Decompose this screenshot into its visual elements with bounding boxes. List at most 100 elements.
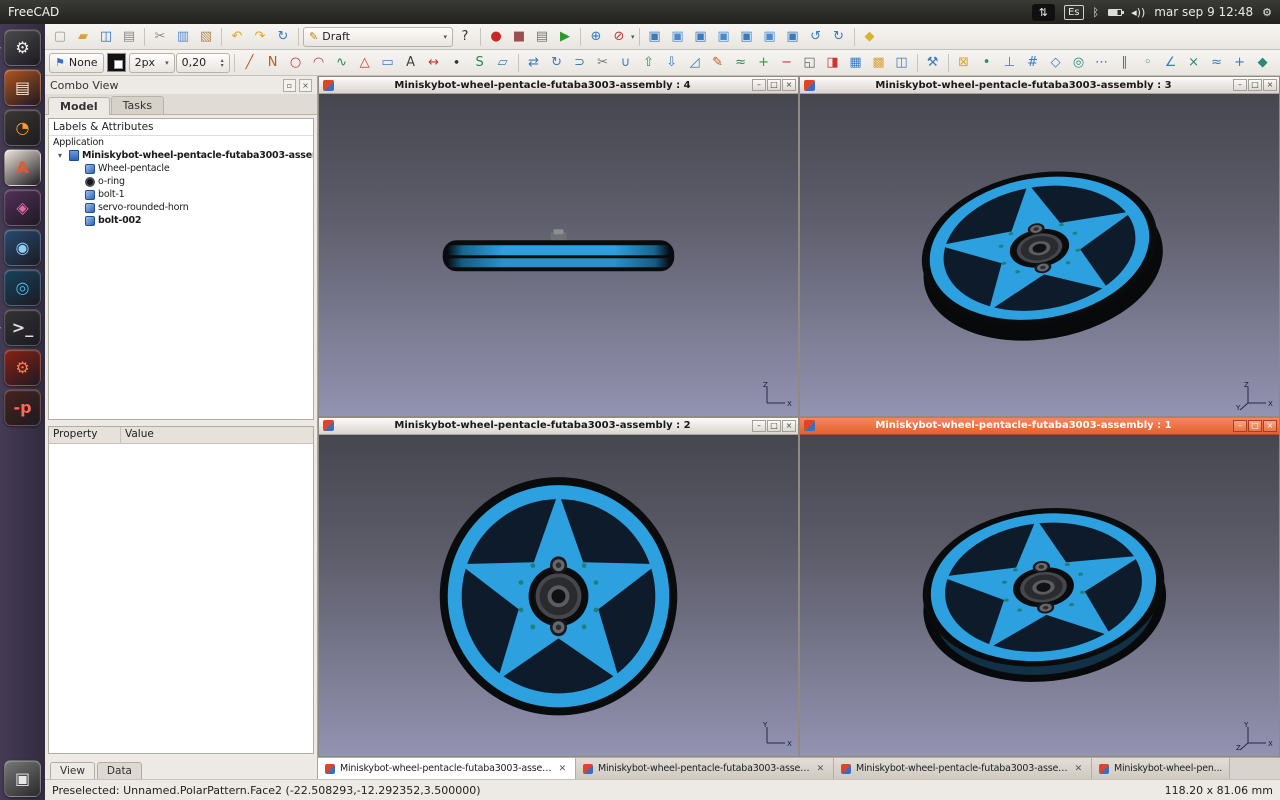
whats-this-button[interactable]: ? xyxy=(454,26,476,48)
undo-button[interactable]: ↶ xyxy=(226,26,248,48)
launcher-item-freecad[interactable]: ⚙▸ xyxy=(4,29,41,66)
macro-record-button[interactable]: ● xyxy=(485,26,507,48)
launcher-item-software-center[interactable]: A xyxy=(4,149,41,186)
keyboard-layout-indicator[interactable]: Es xyxy=(1064,5,1084,20)
session-gear-icon[interactable]: ⚙ xyxy=(1262,6,1272,19)
draw-style-button[interactable]: ⊘ xyxy=(608,26,630,48)
close-button[interactable]: × xyxy=(782,420,796,432)
draft-dimension-button[interactable]: ↔ xyxy=(423,52,445,74)
snap-near-button[interactable]: ≈ xyxy=(1206,52,1228,74)
autogroup-selector[interactable]: ⚑None xyxy=(49,53,104,73)
tree-item-bolt-1[interactable]: bolt-1 xyxy=(49,188,313,201)
copy-button[interactable]: ▥ xyxy=(172,26,194,48)
rotate-left-button[interactable]: ↺ xyxy=(805,26,827,48)
close-button[interactable]: × xyxy=(782,79,796,91)
minimize-button[interactable]: – xyxy=(752,420,766,432)
view-axonometric-button[interactable]: ▣ xyxy=(644,26,666,48)
draft-rectangle-button[interactable]: ▭ xyxy=(377,52,399,74)
open-document-button[interactable]: ▰ xyxy=(72,26,94,48)
draft-text-button[interactable]: A xyxy=(400,52,422,74)
tab-data[interactable]: Data xyxy=(97,762,142,779)
cut-button[interactable]: ✂ xyxy=(149,26,171,48)
maximize-button[interactable]: □ xyxy=(1248,420,1262,432)
snap-angle-button[interactable]: ∠ xyxy=(1160,52,1182,74)
draft-array-button[interactable]: ▦ xyxy=(845,52,867,74)
draft-upgrade-button[interactable]: ⇧ xyxy=(638,52,660,74)
tree-item-application[interactable]: Application xyxy=(49,136,313,149)
view-tab[interactable]: Miniskybot-wheel-pen... xyxy=(1092,758,1230,779)
snap-endpoint-button[interactable]: ◦ xyxy=(1137,52,1159,74)
draft-add-point-button[interactable]: + xyxy=(753,52,775,74)
launcher-item-firefox[interactable]: ◔ xyxy=(4,109,41,146)
toggle-construction-mode-button[interactable]: ⚒ xyxy=(922,52,944,74)
fit-all-button[interactable]: ⊕ xyxy=(585,26,607,48)
draft-trimex-button[interactable]: ✂ xyxy=(592,52,614,74)
snap-extension-button[interactable]: ⋯ xyxy=(1091,52,1113,74)
snap-lock-button[interactable]: ⊠ xyxy=(953,52,975,74)
launcher-item-purple-app[interactable]: ◈ xyxy=(4,189,41,226)
line-width-selector[interactable]: 2px▾ xyxy=(129,53,175,73)
dropdown-arrow-icon[interactable]: ▾ xyxy=(631,33,635,41)
snap-ortho-button[interactable]: + xyxy=(1229,52,1251,74)
tree-item-bolt-002[interactable]: bolt-002 xyxy=(49,214,313,227)
launcher-item-trash[interactable]: ▣ xyxy=(4,760,41,797)
window-titlebar[interactable]: Miniskybot-wheel-pentacle-futaba3003-ass… xyxy=(319,77,798,94)
maximize-button[interactable]: □ xyxy=(767,79,781,91)
macro-execute-button[interactable]: ▶ xyxy=(554,26,576,48)
view-tab[interactable]: Miniskybot-wheel-pentacle-futaba3003-ass… xyxy=(576,758,834,779)
draft-wire-to-bspline-button[interactable]: ≈ xyxy=(730,52,752,74)
draft-point-button[interactable]: ∙ xyxy=(446,52,468,74)
minimize-button[interactable]: – xyxy=(1233,420,1247,432)
spin-down-icon[interactable]: ▾ xyxy=(221,63,224,68)
volume-icon[interactable]: ◂)) xyxy=(1131,6,1145,19)
draft-line-button[interactable]: ╱ xyxy=(239,52,261,74)
view-right-button[interactable]: ▣ xyxy=(713,26,735,48)
line-color-swatch[interactable] xyxy=(107,53,126,72)
launcher-item-blue-app[interactable]: ◉ xyxy=(4,229,41,266)
save-document-button[interactable]: ◫ xyxy=(95,26,117,48)
rotate-right-button[interactable]: ↻ xyxy=(828,26,850,48)
close-tab-icon[interactable]: ✕ xyxy=(557,764,568,774)
3d-viewport-2[interactable]: YX xyxy=(319,435,798,757)
network-icon[interactable]: ⇅ xyxy=(1032,4,1055,21)
tree-item-o-ring[interactable]: o-ring xyxy=(49,175,313,188)
redo-button[interactable]: ↷ xyxy=(249,26,271,48)
snap-parallel-button[interactable]: ∥ xyxy=(1114,52,1136,74)
macros-dialog-button[interactable]: ▤ xyxy=(531,26,553,48)
minimize-button[interactable]: – xyxy=(752,79,766,91)
draft-del-point-button[interactable]: − xyxy=(776,52,798,74)
draft-polygon-button[interactable]: △ xyxy=(354,52,376,74)
window-titlebar[interactable]: Miniskybot-wheel-pentacle-futaba3003-ass… xyxy=(800,418,1279,435)
draft-facebinder-button[interactable]: ▱ xyxy=(492,52,514,74)
macro-stop-button[interactable]: ■ xyxy=(508,26,530,48)
3d-viewport-4[interactable]: ZX xyxy=(319,94,798,416)
snap-dimensions-button[interactable]: ↔ xyxy=(1275,52,1280,74)
snap-midpoint-button[interactable]: • xyxy=(976,52,998,74)
draft-scale-button[interactable]: ◿ xyxy=(684,52,706,74)
draft-downgrade-button[interactable]: ⇩ xyxy=(661,52,683,74)
close-tab-icon[interactable]: ✕ xyxy=(815,764,826,774)
window-titlebar[interactable]: Miniskybot-wheel-pentacle-futaba3003-ass… xyxy=(319,418,798,435)
maximize-button[interactable]: □ xyxy=(767,420,781,432)
view-left-button[interactable]: ▣ xyxy=(782,26,804,48)
print-button[interactable]: ▤ xyxy=(118,26,140,48)
view-top-button[interactable]: ▣ xyxy=(690,26,712,48)
draft-join-button[interactable]: ∪ xyxy=(615,52,637,74)
draft-draft2sketch-button[interactable]: ◨ xyxy=(822,52,844,74)
bluetooth-icon[interactable]: ᛒ xyxy=(1093,6,1100,19)
close-button[interactable]: × xyxy=(1263,79,1277,91)
draft-arc-button[interactable]: ◠ xyxy=(308,52,330,74)
draft-mirror-button[interactable]: ◫ xyxy=(891,52,913,74)
snap-special-button[interactable]: ◆ xyxy=(1252,52,1274,74)
draft-tray-button[interactable]: ◆ xyxy=(859,26,881,48)
draft-bspline-button[interactable]: ∿ xyxy=(331,52,353,74)
draft-rotate-button[interactable]: ↻ xyxy=(546,52,568,74)
3d-viewport-1[interactable]: YXZ xyxy=(800,435,1279,757)
view-tab[interactable]: Miniskybot-wheel-pentacle-futaba3003-ass… xyxy=(318,758,576,779)
close-button[interactable]: × xyxy=(1263,420,1277,432)
snap-center-button[interactable]: ◎ xyxy=(1068,52,1090,74)
view-front-button[interactable]: ▣ xyxy=(667,26,689,48)
battery-icon[interactable] xyxy=(1108,9,1122,16)
close-tab-icon[interactable]: ✕ xyxy=(1073,764,1084,774)
view-bottom-button[interactable]: ▣ xyxy=(759,26,781,48)
